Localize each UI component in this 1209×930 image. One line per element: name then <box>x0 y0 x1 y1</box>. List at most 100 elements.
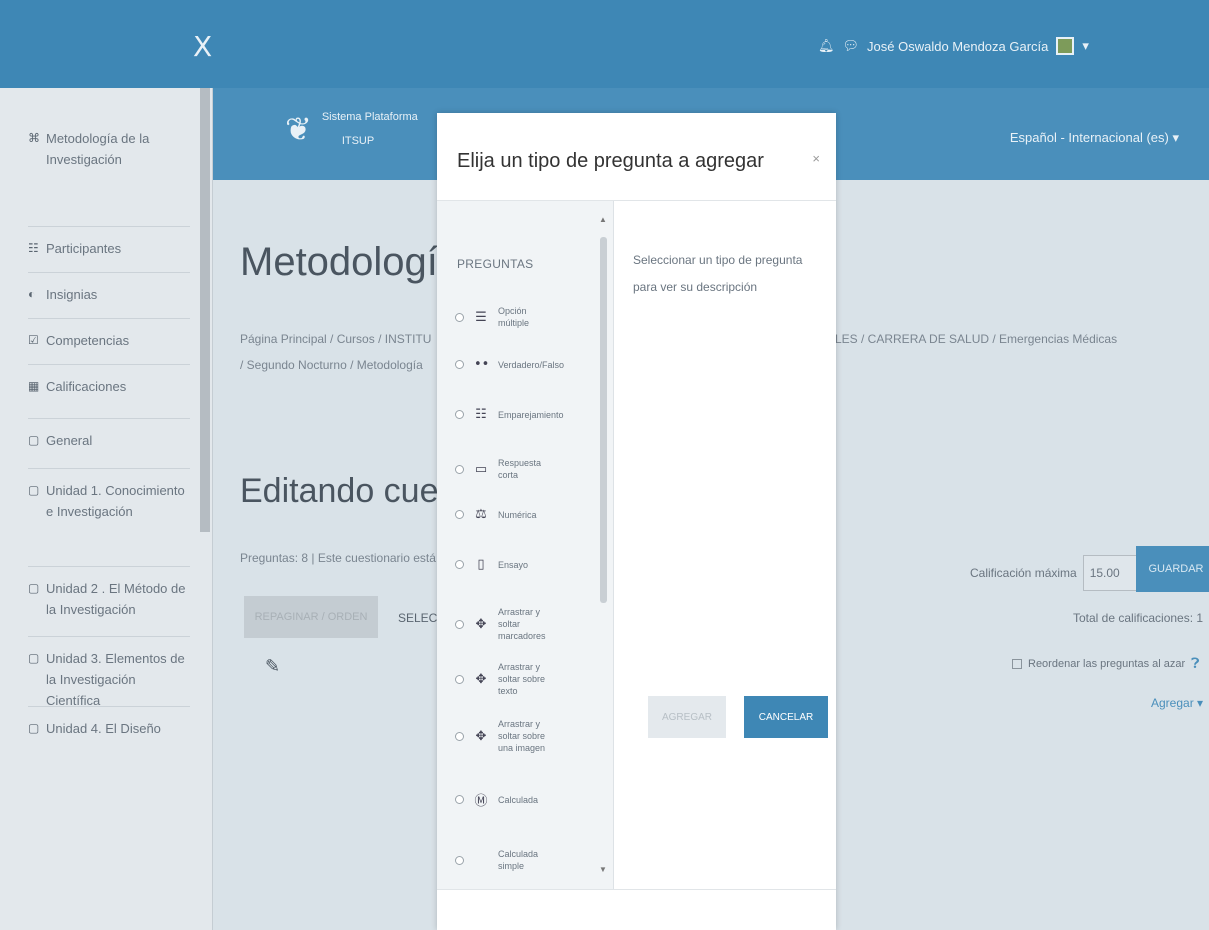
chat-icon[interactable]: 💬︎ <box>843 38 860 54</box>
sidebar-item-icon: ☷ <box>28 241 39 255</box>
sidebar-item-icon: ⌘ <box>28 131 40 145</box>
question-type-label: Arrastrar y soltar marcadores <box>498 607 546 641</box>
question-type-option[interactable]: ☰ Opción múltiple <box>455 305 560 329</box>
question-type-label: Arrastrar y soltar sobre texto <box>498 662 546 696</box>
question-type-option[interactable]: ▭ Respuesta corta <box>455 457 560 481</box>
shuffle-label: Reordenar las preguntas al azar <box>1028 657 1186 670</box>
questions-info: Preguntas: 8 | Este cuestionario está <box>240 551 436 565</box>
shuffle-option[interactable]: Reordenar las preguntas al azar ❓︎ <box>1012 655 1200 672</box>
sidebar-item[interactable]: ▢ Unidad 2 . El Método de la Investigació… <box>28 578 188 620</box>
sidebar-item[interactable]: ▢ Unidad 1. Conocimiento e Investigación <box>28 480 188 522</box>
dialog-header: Elija un tipo de pregunta a agregar × <box>437 113 836 201</box>
sidebar-item-label: General <box>46 433 93 448</box>
question-type-radio[interactable] <box>455 464 464 474</box>
question-type-radio[interactable] <box>455 731 464 741</box>
add-button[interactable]: AGREGAR <box>648 696 726 738</box>
sidebar-item-label: Unidad 3. Elementos de la Investigación … <box>46 651 185 708</box>
question-type-option[interactable]: Ⓜ Calculada <box>455 790 560 809</box>
dialog-title: Elija un tipo de pregunta a agregar <box>457 150 764 172</box>
breadcrumb-line-1[interactable]: Página Principal / Cursos / INSTITU <box>240 326 431 352</box>
question-type-option[interactable]: ☷ Emparejamiento <box>455 407 564 422</box>
sidebar-item[interactable]: ▢ General <box>28 430 188 451</box>
question-type-radio[interactable] <box>455 510 464 519</box>
add-menu[interactable]: Agregar ▾ <box>1151 696 1203 710</box>
bell-icon[interactable]: 🔔︎ <box>818 38 835 54</box>
question-type-label: Verdadero/Falso <box>498 359 565 370</box>
question-type-radio[interactable] <box>455 560 464 569</box>
sidebar-item[interactable]: ⌘ Metodología de la Investigación <box>28 128 188 170</box>
question-type-radio[interactable] <box>455 410 464 419</box>
question-type-label: Ensayo <box>498 559 529 570</box>
sidebar-divider <box>28 418 190 419</box>
breadcrumb-line-2[interactable]: / Segundo Nocturno / Metodología <box>240 352 431 378</box>
question-type-radio[interactable] <box>455 360 464 369</box>
help-icon[interactable]: ❓︎ <box>1191 655 1199 672</box>
sidebar-divider <box>28 706 190 707</box>
sidebar-item-label: Insignias <box>46 287 98 302</box>
scroll-up-icon[interactable]: ▲ <box>599 215 607 224</box>
avatar[interactable] <box>1056 37 1075 55</box>
sidebar-item-icon: ▢ <box>28 651 40 665</box>
edit-heading-icon[interactable]: ✎ <box>265 656 280 677</box>
question-type-icon: ☷ <box>475 407 487 422</box>
question-type-list[interactable]: ▲ ▼ PREGUNTAS ☰ Opción múltiple •• Verdader… <box>437 201 614 889</box>
question-type-radio[interactable] <box>455 674 464 684</box>
question-type-label: Respuesta corta <box>498 458 542 480</box>
question-type-icon: ▯ <box>477 557 485 572</box>
sidebar-item[interactable]: ▢ Unidad 3. Elementos de la Investigación… <box>28 648 188 711</box>
question-type-label: Numérica <box>498 509 537 520</box>
sidebar-item-icon: ◐ <box>28 287 36 301</box>
sidebar-item-label: Metodología de la Investigación <box>46 131 150 167</box>
sidebar-item[interactable]: ☷ Participantes <box>28 238 188 259</box>
question-type-radio[interactable] <box>455 855 464 865</box>
user-name[interactable]: José Oswaldo Mendoza García <box>867 39 1048 54</box>
question-type-option[interactable]: ✥ Arrastrar y soltar marcadores <box>455 606 560 642</box>
sidebar-divider <box>28 468 190 469</box>
question-type-description: Seleccionar un tipo de pregunta para ver… <box>633 253 803 294</box>
sidebar-item-label: Participantes <box>46 241 122 256</box>
question-type-option[interactable]: ✥ Arrastrar y soltar sobre texto <box>455 661 560 697</box>
add-question-dialog: Elija un tipo de pregunta a agregar × ▲ … <box>437 113 836 930</box>
question-type-icon: ✥ <box>475 616 487 632</box>
question-type-radio[interactable] <box>455 312 464 322</box>
sidebar-item-icon: ☑ <box>28 333 39 347</box>
list-scrollbar[interactable] <box>600 237 607 603</box>
sidebar-item[interactable]: ▢ Unidad 4. El Diseño <box>28 718 188 739</box>
site-logo[interactable]: ❦ Sistema Plataforma ITSUP <box>285 110 418 148</box>
sidebar-item[interactable]: ☑ Competencias <box>28 330 188 351</box>
logo-text: Sistema Plataforma <box>321 111 418 123</box>
close-icon[interactable]: × <box>812 151 820 166</box>
language-selector[interactable]: Español - Internacional (es) ▾ <box>1010 130 1179 146</box>
sidebar-scrollbar[interactable] <box>200 88 210 532</box>
question-type-option[interactable]: ▯ Ensayo <box>455 557 560 572</box>
question-type-label: Calculada simple <box>498 849 539 871</box>
sidebar-item[interactable]: ◐ Insignias <box>28 284 188 305</box>
question-type-option[interactable]: ⚖ Numérica <box>455 507 560 522</box>
question-type-icon: ✥ <box>475 671 487 687</box>
sidebar-item[interactable]: ▦ Calificaciones <box>28 376 188 397</box>
question-type-radio[interactable] <box>455 795 464 804</box>
shuffle-checkbox[interactable] <box>1012 658 1022 669</box>
question-type-radio[interactable] <box>455 619 464 629</box>
sidebar-item-icon: ▢ <box>28 581 40 595</box>
max-grade-input[interactable] <box>1082 555 1137 591</box>
question-type-icon: •• <box>474 357 490 372</box>
sidebar-item-label: Unidad 4. El Diseño <box>46 721 161 736</box>
reorder-button[interactable]: REPAGINAR / ORDEN <box>244 596 378 638</box>
save-button[interactable]: GUARDAR <box>1136 546 1209 592</box>
question-type-option[interactable]: Calculada simple <box>455 848 560 872</box>
sidebar-divider <box>28 226 190 227</box>
chevron-down-icon[interactable]: ▾ <box>1082 38 1089 54</box>
question-type-label: Opción múltiple <box>498 306 530 328</box>
close-drawer-icon[interactable]: X <box>193 30 212 63</box>
sidebar-item-label: Calificaciones <box>46 379 127 394</box>
cancel-button[interactable]: CANCELAR <box>744 696 828 738</box>
question-type-option[interactable]: ✥ Arrastrar y soltar sobre una imagen <box>455 718 560 754</box>
question-type-icon: ☰ <box>475 309 487 325</box>
sidebar-item-icon: ▢ <box>28 721 40 735</box>
scroll-down-icon[interactable]: ▼ <box>599 865 607 874</box>
breadcrumb-continuation[interactable]: LES / CARRERA DE SALUD / Emergencias Méd… <box>835 326 1117 352</box>
question-type-label: Emparejamiento <box>498 409 564 420</box>
user-menu[interactable]: 🔔︎ 💬︎ José Oswaldo Mendoza García ▾ <box>818 37 1089 55</box>
question-type-option[interactable]: •• Verdadero/Falso <box>455 357 565 372</box>
